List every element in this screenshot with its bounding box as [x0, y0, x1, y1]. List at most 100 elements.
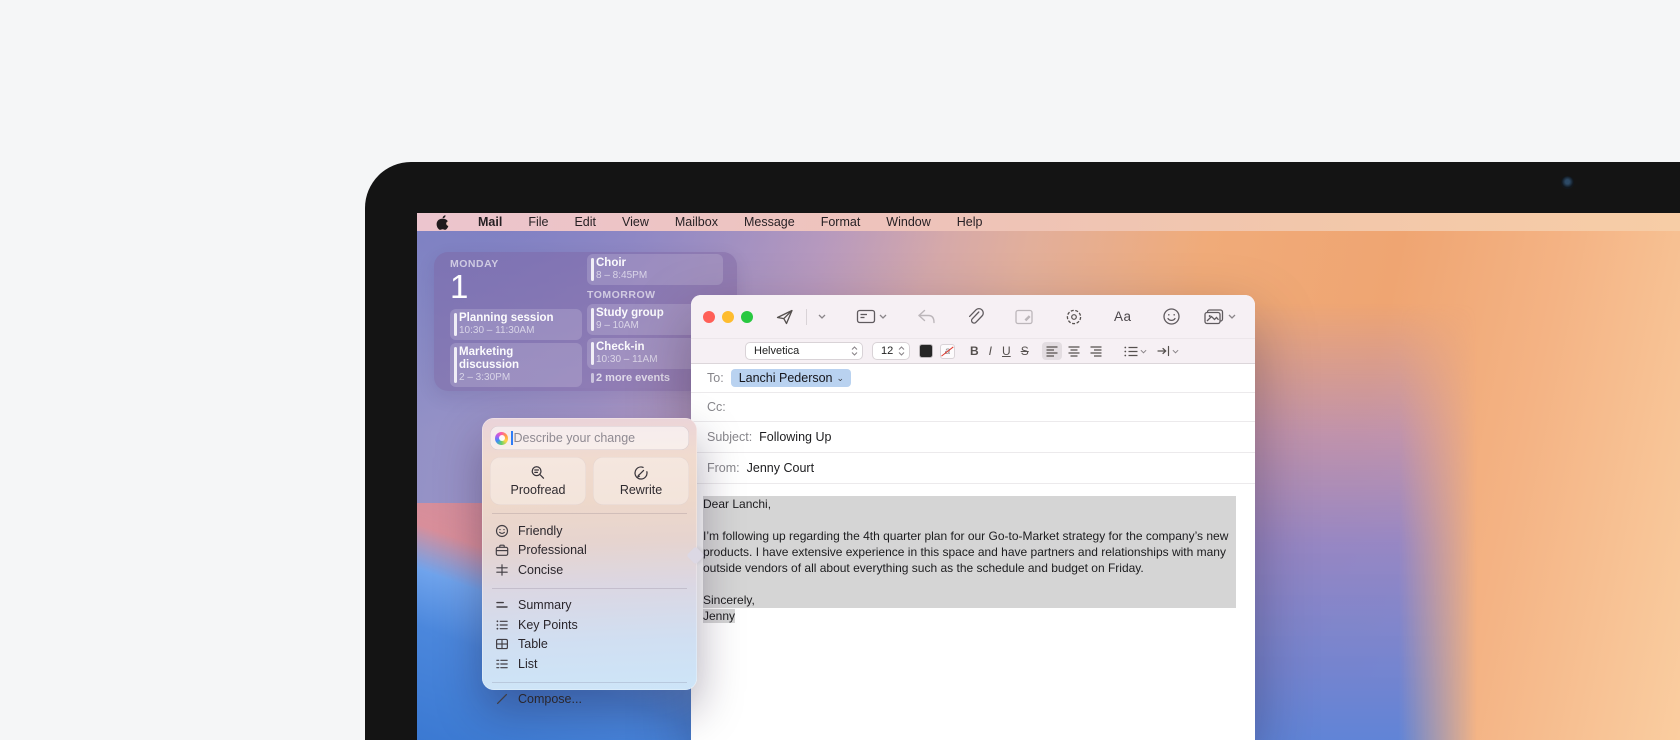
font-size-select[interactable]: 12	[872, 342, 910, 360]
photo-browser-button[interactable]	[1199, 308, 1240, 326]
close-button[interactable]	[703, 311, 715, 323]
menu-item-view[interactable]: View	[609, 215, 662, 229]
subject-value: Following Up	[759, 430, 831, 444]
menu-item-edit[interactable]: Edit	[561, 215, 609, 229]
menu-item-help[interactable]: Help	[944, 215, 996, 229]
reply-button	[913, 309, 940, 324]
reply-arrow-icon	[917, 309, 936, 324]
describe-change-input[interactable]: Describe your change	[490, 426, 689, 450]
transform-option-key-points[interactable]: Key Points	[490, 615, 689, 635]
bold-button[interactable]: B	[965, 344, 984, 358]
italic-button[interactable]: I	[984, 344, 997, 358]
summary-icon	[495, 598, 509, 612]
tone-option-concise[interactable]: Concise	[490, 560, 689, 580]
markup-icon	[1014, 308, 1034, 326]
calendar-event[interactable]: Marketing discussion 2 – 3:30PM	[450, 343, 582, 387]
attach-button[interactable]	[962, 307, 988, 326]
calendar-day-name: MONDAY	[450, 258, 582, 270]
list-style-button[interactable]	[1124, 346, 1147, 357]
message-body[interactable]: Dear Lanchi, I’m following up regarding …	[691, 484, 1255, 624]
event-title: Choir	[596, 257, 717, 270]
image-playground-button[interactable]	[1060, 307, 1088, 327]
highlight-color-swatch[interactable]: a	[940, 344, 955, 359]
wallpaper-purple-band	[1217, 303, 1477, 740]
body-salutation: Dear Lanchi,	[703, 496, 1236, 512]
compose-option-label: Compose...	[518, 692, 582, 706]
from-field-row[interactable]: From: Jenny Court	[691, 453, 1255, 484]
cc-field-row[interactable]: Cc:	[691, 393, 1255, 422]
tone-option-label: Friendly	[518, 524, 562, 538]
transform-option-list[interactable]: List	[490, 654, 689, 674]
strikethrough-button[interactable]: S	[1016, 344, 1034, 358]
key-points-icon	[495, 618, 509, 632]
tone-option-label: Concise	[518, 563, 563, 577]
recipient-pill[interactable]: Lanchi Pederson ⌄	[731, 369, 851, 387]
minimize-button[interactable]	[722, 311, 734, 323]
tone-option-professional[interactable]: Professional	[490, 541, 689, 561]
apple-logo-icon	[435, 214, 449, 230]
body-closing: Sincerely,	[703, 592, 1236, 608]
to-field-row[interactable]: To: Lanchi Pederson ⌄	[691, 364, 1255, 393]
indent-icon	[1157, 345, 1170, 357]
font-family-select[interactable]: Helvetica	[745, 342, 863, 360]
traffic-lights	[703, 311, 753, 323]
transform-option-label: List	[518, 657, 537, 671]
align-right-button[interactable]	[1086, 342, 1106, 360]
popup-divider	[492, 682, 687, 683]
compose-option[interactable]: Compose...	[490, 690, 689, 710]
event-title: Marketing discussion	[459, 346, 576, 372]
input-placeholder: Describe your change	[514, 431, 636, 445]
menu-bar: Mail File Edit View Mailbox Message Form…	[417, 213, 1680, 231]
menu-item-format[interactable]: Format	[808, 215, 874, 229]
proofread-button[interactable]: Proofread	[490, 457, 586, 505]
text-color-swatch[interactable]	[919, 344, 933, 358]
font-size-value: 12	[881, 345, 898, 357]
recipient-chevron-icon: ⌄	[837, 375, 845, 381]
calendar-day-number: 1	[450, 270, 582, 304]
calendar-event[interactable]: Planning session 10:30 – 11:30AM	[450, 309, 582, 340]
transform-option-summary[interactable]: Summary	[490, 596, 689, 616]
table-icon	[495, 637, 509, 651]
menu-item-window[interactable]: Window	[873, 215, 943, 229]
chevron-down-icon	[1228, 314, 1236, 319]
compose-window: Aa	[691, 295, 1255, 740]
calendar-event[interactable]: Choir 8 – 8:45PM	[587, 254, 723, 285]
chevron-down-icon	[818, 314, 826, 319]
align-right-icon	[1090, 346, 1102, 357]
paperclip-icon	[966, 307, 984, 326]
align-center-button[interactable]	[1064, 342, 1084, 360]
transform-option-label: Key Points	[518, 618, 578, 632]
format-button[interactable]: Aa	[1110, 309, 1136, 324]
zoom-button[interactable]	[741, 311, 753, 323]
popup-divider	[492, 513, 687, 514]
tone-option-friendly[interactable]: Friendly	[490, 521, 689, 541]
list-style-icon	[1124, 346, 1138, 357]
header-fields-button[interactable]	[852, 308, 891, 325]
menu-item-message[interactable]: Message	[731, 215, 808, 229]
menu-item-mailbox[interactable]: Mailbox	[662, 215, 731, 229]
transform-option-table[interactable]: Table	[490, 635, 689, 655]
popup-divider	[492, 588, 687, 589]
emoji-button[interactable]	[1158, 307, 1185, 326]
compose-toolbar: Aa	[691, 295, 1255, 338]
align-left-button[interactable]	[1042, 342, 1062, 360]
underline-button[interactable]: U	[997, 344, 1016, 358]
to-label: To:	[707, 371, 724, 385]
list-icon	[495, 657, 509, 671]
font-family-value: Helvetica	[754, 345, 851, 357]
apple-intelligence-icon	[495, 432, 508, 445]
indent-button[interactable]	[1157, 345, 1179, 357]
apple-menu[interactable]	[435, 214, 449, 230]
proofread-label: Proofread	[511, 483, 566, 497]
stepper-icon	[898, 346, 905, 356]
menu-item-file[interactable]: File	[515, 215, 561, 229]
subject-field-row[interactable]: Subject: Following Up	[691, 422, 1255, 453]
chevron-down-icon	[1172, 349, 1179, 354]
alignment-group	[1042, 342, 1106, 360]
send-button[interactable]	[771, 307, 799, 327]
send-options-chevron[interactable]	[814, 314, 830, 319]
menu-app-name[interactable]: Mail	[465, 215, 515, 229]
emoji-smiley-icon	[1162, 307, 1181, 326]
rewrite-button[interactable]: Rewrite	[593, 457, 689, 505]
photo-browser-icon	[1203, 308, 1225, 326]
